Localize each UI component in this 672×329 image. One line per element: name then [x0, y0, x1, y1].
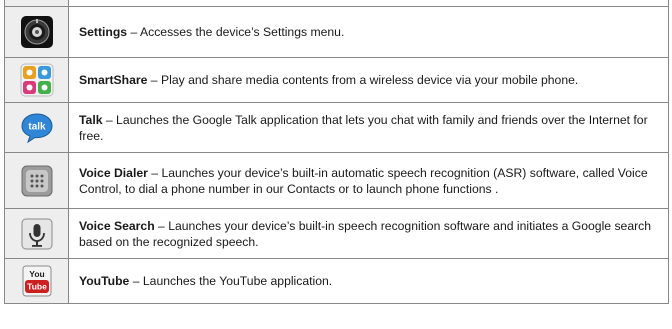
- app-description: Launches your device’s built-in automati…: [79, 165, 648, 196]
- table-row-talk: talk Talk – Launches the Google Talk app…: [4, 102, 669, 153]
- smartshare-icon: [20, 63, 54, 97]
- icon-cell: talk: [4, 102, 69, 153]
- app-description: Launches the YouTube application.: [142, 274, 333, 288]
- table-row-voice-search: Voice Search – Launches your device’s bu…: [4, 208, 669, 259]
- youtube-icon: You Tube: [20, 264, 54, 298]
- separator: –: [129, 274, 143, 288]
- talk-icon-label: talk: [28, 121, 46, 132]
- separator: –: [147, 165, 162, 180]
- icon-cell: [4, 6, 69, 58]
- voice-dialer-icon: [20, 164, 54, 198]
- app-name: Voice Search: [79, 218, 155, 233]
- separator: –: [102, 112, 117, 127]
- app-description: Launches the Google Talk application tha…: [79, 112, 648, 143]
- app-list-table: Settings – Accesses the device’s Setting…: [4, 0, 669, 304]
- app-description: Accesses the device’s Settings menu.: [139, 25, 345, 39]
- app-name: YouTube: [79, 274, 130, 288]
- app-name: SmartShare: [79, 73, 148, 87]
- description-cell: Talk – Launches the Google Talk applicat…: [68, 102, 669, 153]
- description-cell: Settings – Accesses the device’s Setting…: [68, 6, 669, 58]
- description-cell: SmartShare – Play and share media conten…: [68, 57, 669, 103]
- table-row-smartshare: SmartShare – Play and share media conten…: [4, 57, 669, 103]
- icon-cell: [4, 208, 69, 259]
- separator: –: [127, 25, 140, 39]
- icon-cell: [4, 152, 69, 209]
- table-row-youtube: You Tube YouTube – Launches the YouTube …: [4, 258, 669, 304]
- settings-icon: [20, 15, 54, 49]
- table-row-voice-dialer: Voice Dialer – Launches your device’s bu…: [4, 152, 669, 209]
- description-cell: Voice Dialer – Launches your device’s bu…: [68, 152, 669, 209]
- description-cell: Voice Search – Launches your device’s bu…: [68, 208, 669, 259]
- separator: –: [147, 73, 161, 87]
- app-name: Voice Dialer: [79, 165, 148, 180]
- separator: –: [154, 218, 169, 233]
- app-description: Play and share media contents from a wir…: [160, 73, 579, 87]
- app-name: Settings: [79, 25, 128, 39]
- icon-cell: [4, 57, 69, 103]
- table-row-settings: Settings – Accesses the device’s Setting…: [4, 6, 669, 58]
- youtube-icon-label-bottom: Tube: [27, 282, 47, 292]
- icon-cell: You Tube: [4, 258, 69, 304]
- description-cell: YouTube – Launches the YouTube applicati…: [68, 258, 669, 304]
- youtube-icon-label-top: You: [29, 269, 44, 279]
- microphone-icon: [20, 217, 54, 251]
- app-name: Talk: [79, 112, 103, 127]
- talk-icon: talk: [20, 111, 54, 145]
